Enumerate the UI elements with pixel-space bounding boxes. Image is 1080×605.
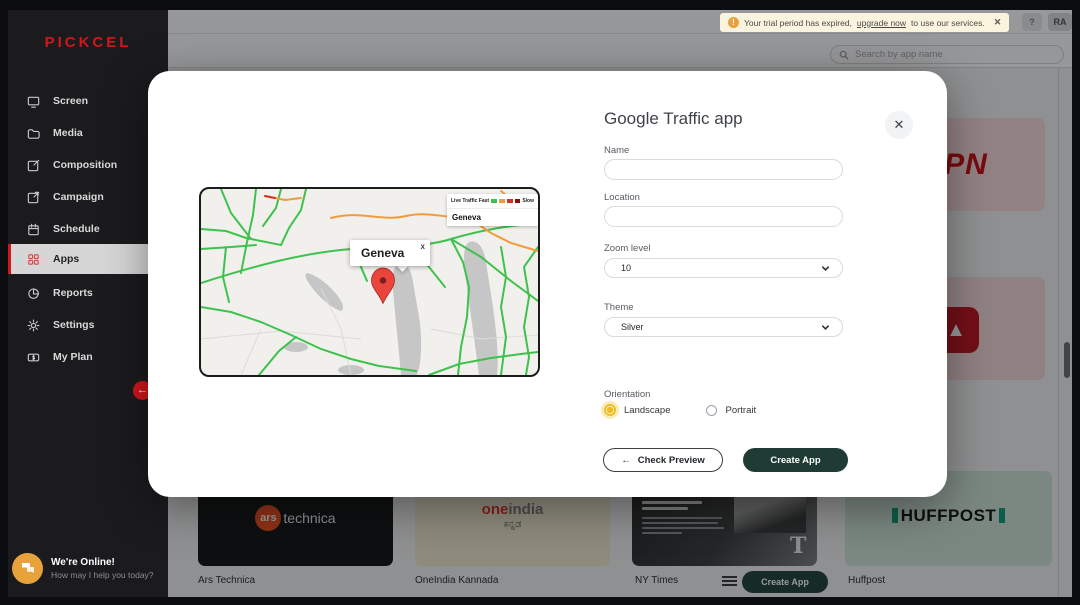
composition-icon [27,159,40,171]
map-pin [371,267,395,305]
sidebar-item-label: Apps [53,253,80,265]
traffic-map-preview[interactable]: Geneva x Live Traffic Fast Slow Geneva [199,187,540,377]
sidebar: PICKCEL Screen Media Composition Campaig… [8,10,168,597]
radio-selected-icon [604,404,616,416]
trial-banner: ! Your trial period has expired, upgrade… [720,13,1010,32]
legend-color-slow [506,199,513,203]
create-app-button[interactable]: Create App [743,448,848,472]
gear-icon [27,319,40,331]
sidebar-item-my-plan[interactable]: My Plan [8,342,168,372]
sidebar-item-label: Media [53,127,83,139]
pickcel-logo: PICKCEL [44,34,132,51]
media-icon [27,128,40,139]
chat-prompt: How may I help you today? [51,569,154,580]
legend-color-fast [491,199,497,203]
check-preview-label: Check Preview [637,454,705,466]
radio-unselected-icon [706,404,718,416]
google-traffic-app-modal: Google Traffic app ✕ Geneva x Live Traff… [148,71,947,497]
theme-select[interactable]: Silver [604,317,843,337]
sidebar-item-settings[interactable]: Settings [8,310,168,340]
sidebar-item-label: My Plan [53,351,93,363]
sidebar-item-label: Schedule [53,223,100,235]
chevron-down-icon [821,265,830,271]
legend-color-very-slow [514,199,521,203]
banner-text-prefix: Your trial period has expired, [744,17,852,28]
orientation-label: Orientation [604,389,651,400]
app-window: PICKCEL Screen Media Composition Campaig… [8,10,1072,597]
legend-location: Geneva [452,213,481,222]
info-window-close-icon[interactable]: x [421,242,425,251]
radio-landscape[interactable]: Landscape [604,404,670,416]
sidebar-item-composition[interactable]: Composition [8,150,168,180]
sidebar-item-campaign[interactable]: Campaign [8,182,168,212]
radio-landscape-label: Landscape [624,404,671,416]
theme-label: Theme [604,302,634,313]
sidebar-item-apps[interactable]: Apps [8,244,168,274]
sidebar-item-label: Reports [53,287,93,299]
zoom-level-label: Zoom level [604,243,651,254]
name-label: Name [604,145,630,156]
location-label: Location [604,192,640,203]
sidebar-item-label: Settings [53,319,95,331]
banner-text-suffix: to use our services. [911,17,985,28]
sidebar-item-label: Screen [53,95,89,107]
legend-scale-row: Live Traffic Fast Slow [447,194,538,209]
map-roads-slow [264,195,276,199]
apps-icon [28,253,39,265]
sidebar-item-screen[interactable]: Screen [8,86,168,116]
modal-title: Google Traffic app [604,109,743,128]
orientation-options: Landscape Portrait [604,404,756,416]
chevron-down-icon [821,324,830,330]
screenshot-frame: PICKCEL Screen Media Composition Campaig… [0,0,1080,605]
reports-icon [28,287,40,299]
sidebar-item-schedule[interactable]: Schedule [8,214,168,244]
campaign-icon [27,191,40,203]
sidebar-item-reports[interactable]: Reports [8,278,168,308]
ticket-icon [27,353,40,361]
back-arrow-icon: ← [621,454,631,466]
legend-color-medium [498,199,505,203]
legend-slow-label: Slow [522,198,534,204]
upgrade-now-link[interactable]: upgrade now [857,18,906,28]
legend-fast-label: Live Traffic Fast [451,198,490,204]
sidebar-item-label: Composition [53,159,118,171]
radio-portrait[interactable]: Portrait [706,404,757,416]
schedule-icon [28,223,39,235]
sidebar-item-label: Campaign [53,191,104,203]
info-window-title: Geneva [361,246,405,260]
check-preview-button[interactable]: ← Check Preview [603,448,723,472]
zoom-level-value: 10 [621,263,632,273]
banner-close-icon[interactable]: ✕ [994,17,1002,28]
zoom-level-select[interactable]: 10 [604,258,843,278]
modal-close-button[interactable]: ✕ [885,111,913,139]
sidebar-item-media[interactable]: Media [8,118,168,148]
radio-portrait-label: Portrait [725,404,757,416]
warning-icon: ! [728,17,739,28]
theme-value: Silver [621,322,644,332]
chat-bubbles-icon [12,552,43,584]
traffic-legend: Live Traffic Fast Slow Geneva [447,194,538,226]
location-field[interactable] [604,206,843,227]
chat-widget[interactable]: We're Online! How may I help you today? [12,551,168,585]
map-info-window: Geneva x [350,240,430,266]
name-field[interactable] [604,159,843,180]
chat-status: We're Online! [51,556,115,568]
screen-icon [27,96,40,108]
